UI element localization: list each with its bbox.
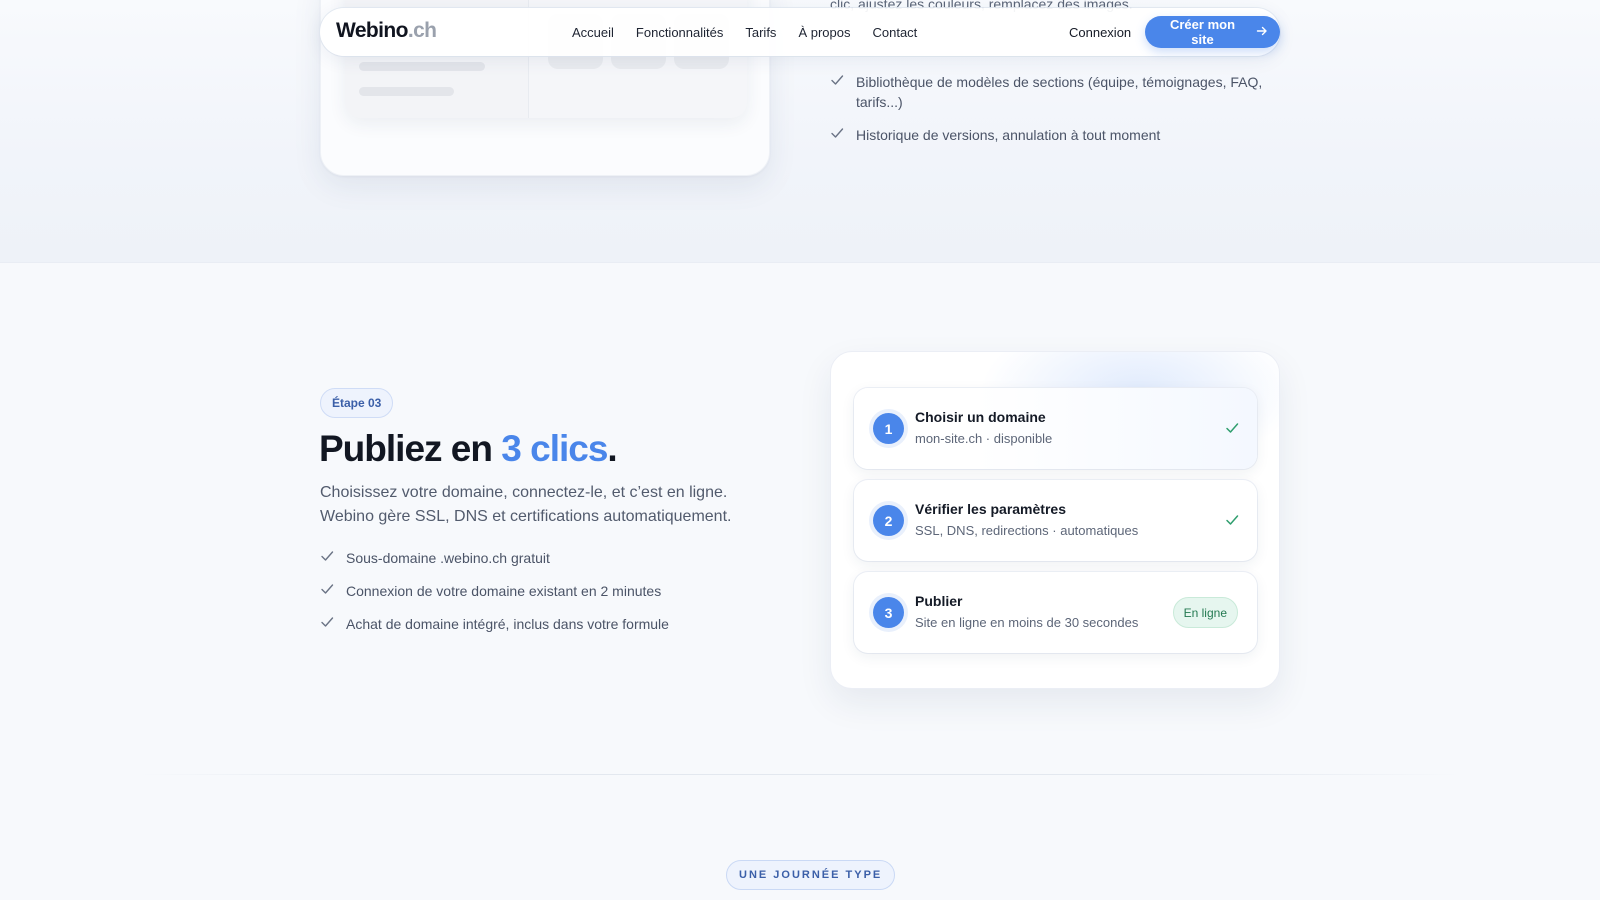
check-icon [1225,513,1239,527]
next-section-eyebrow: UNE JOURNÉE TYPE [726,860,896,890]
headline-accent: 3 clics [501,428,608,469]
headline-period: . [607,428,617,469]
step-item-verify-settings: 2 Vérifier les paramètres SSL, DNS, redi… [854,480,1257,561]
logo-wordmark: Webino [336,19,408,42]
feature-list: Sous-domaine .webino.ch gratuit Connexio… [320,548,760,647]
step-title: Publier [915,593,963,609]
step-title: Choisir un domaine [915,409,1046,425]
create-site-button[interactable]: Créer mon site [1145,16,1280,48]
feature-item: Historique de versions, annulation à tou… [830,125,1270,145]
nav-link-fonctionnalites[interactable]: Fonctionnalités [636,25,723,40]
feature-text: Historique de versions, annulation à tou… [856,127,1161,143]
section-headline: Publiez en 3 clics. [319,428,618,470]
step-subtitle: Site en ligne en moins de 30 secondes [915,615,1139,630]
previous-feature-list: Bibliothèque de modèles de sections (équ… [830,72,1270,158]
feature-item: Bibliothèque de modèles de sections (équ… [830,72,1270,112]
section-lead: Choisissez votre domaine, connectez-le, … [320,484,732,525]
feature-text: Achat de domaine intégré, inclus dans vo… [346,616,669,632]
step-subtitle: SSL, DNS, redirections · automatiques [915,523,1139,538]
skeleton-line [359,87,454,96]
step-item-choose-domain: 1 Choisir un domaine mon-site.ch · dispo… [854,388,1257,469]
check-icon [320,549,334,563]
headline-text: Publiez en [319,428,493,469]
nav-link-accueil[interactable]: Accueil [572,25,614,40]
arrow-right-icon [1256,25,1268,40]
publish-steps-card: 1 Choisir un domaine mon-site.ch · dispo… [830,351,1280,689]
step-number: 3 [873,597,904,628]
logo-domain: .ch [407,19,437,42]
feature-text: Bibliothèque de modèles de sections (équ… [856,74,1263,110]
section-divider [140,774,1460,775]
step-subtitle: mon-site.ch · disponible [915,431,1053,446]
step-number: 1 [873,413,904,444]
feature-item: Connexion de votre domaine existant en 2… [320,581,760,601]
step-number: 2 [873,505,904,536]
feature-item: Achat de domaine intégré, inclus dans vo… [320,614,760,634]
nav-link-contact[interactable]: Contact [872,25,917,40]
check-icon [830,73,844,87]
nav-link-tarifs[interactable]: Tarifs [745,25,776,40]
feature-text: Sous-domaine .webino.ch gratuit [346,550,550,566]
step-title: Vérifier les paramètres [915,501,1066,517]
online-status-badge: En ligne [1172,597,1238,628]
top-navbar: Webino.ch Accueil Fonctionnalités Tarifs… [320,8,1280,56]
skeleton-line [359,62,485,71]
check-icon [320,615,334,629]
feature-item: Sous-domaine .webino.ch gratuit [320,548,760,568]
check-icon [830,126,844,140]
check-icon [1225,421,1239,435]
nav-links: Accueil Fonctionnalités Tarifs À propos … [572,8,917,56]
check-icon [320,582,334,596]
nav-link-a-propos[interactable]: À propos [798,25,850,40]
step-item-publish: 3 Publier Site en ligne en moins de 30 s… [854,572,1257,653]
brand-logo[interactable]: Webino.ch [336,19,437,43]
login-button[interactable]: Connexion [1057,17,1144,48]
create-site-label: Créer mon site [1169,17,1236,47]
step-badge: Étape 03 [320,388,394,418]
feature-text: Connexion de votre domaine existant en 2… [346,583,662,599]
